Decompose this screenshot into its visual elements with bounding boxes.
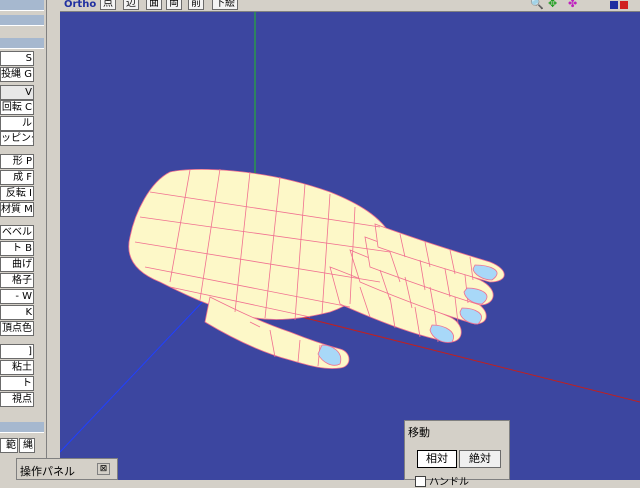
- face-toggle-button[interactable]: 面: [146, 0, 162, 10]
- tool-weight[interactable]: - W: [0, 289, 34, 304]
- tool-lasso-range[interactable]: 縄: [19, 438, 35, 453]
- tool-knife[interactable]: ト B: [0, 241, 34, 256]
- front-button[interactable]: 前: [188, 0, 204, 10]
- tool-material[interactable]: 材質 M: [0, 202, 34, 217]
- view-option-icon[interactable]: [610, 1, 618, 9]
- tool-create-face[interactable]: 成 F: [0, 170, 34, 185]
- palette-section-header[interactable]: [0, 38, 44, 49]
- tool-bend[interactable]: 曲げ: [0, 257, 34, 272]
- close-icon[interactable]: ⊠: [97, 463, 110, 475]
- tool-paint[interactable]: ト: [0, 376, 34, 391]
- tool-range[interactable]: 範: [0, 438, 18, 453]
- absolute-button[interactable]: 絶対: [459, 450, 501, 468]
- both-sides-button[interactable]: 両: [166, 0, 182, 10]
- edge-toggle-button[interactable]: 辺: [123, 0, 139, 10]
- relative-button[interactable]: 相対: [417, 450, 457, 468]
- tool-move[interactable]: V: [0, 85, 34, 100]
- view-option-icon[interactable]: [620, 1, 628, 9]
- 3d-viewport[interactable]: [60, 12, 640, 480]
- background-image-button[interactable]: 下絵: [212, 0, 238, 10]
- tool-palette: S 投縄 G V 回転 C ル ッピング 形 P 成 F 反転 I 材質 M ベ…: [0, 0, 47, 480]
- scene-canvas[interactable]: [60, 12, 640, 480]
- tool-rotate[interactable]: 回転 C: [0, 100, 34, 115]
- tool-flip[interactable]: 反転 I: [0, 186, 34, 201]
- move-view-icon[interactable]: ✥: [548, 0, 557, 9]
- operation-panel: 操作パネル ⊠: [16, 458, 118, 480]
- tool-skin[interactable]: K: [0, 305, 34, 320]
- tool-bevel[interactable]: ベベル: [0, 225, 34, 240]
- tool-lasso[interactable]: 投縄 G: [0, 67, 34, 82]
- move-panel-title: 移動: [408, 426, 430, 439]
- tool-viewpoint[interactable]: 視点: [0, 392, 34, 407]
- tool-scale[interactable]: ル: [0, 116, 34, 131]
- rotate-view-icon[interactable]: ✤: [568, 0, 577, 9]
- move-panel: 移動 相対 絶対 ハンドル: [404, 420, 510, 488]
- tool-shape[interactable]: 形 P: [0, 154, 34, 169]
- tool-mapping[interactable]: ッピング: [0, 131, 34, 146]
- palette-section-header[interactable]: [0, 422, 44, 433]
- palette-section-header[interactable]: [0, 0, 44, 11]
- magnify-icon[interactable]: 🔍: [530, 0, 544, 9]
- operation-panel-title: 操作パネル: [20, 465, 75, 478]
- tool-select[interactable]: S: [0, 51, 34, 66]
- tool-edit[interactable]: ]: [0, 344, 34, 359]
- handle-checkbox-label: ハンドル: [429, 477, 469, 488]
- tool-clay[interactable]: 粘土: [0, 360, 34, 375]
- tool-vertex-color[interactable]: 頂点色: [0, 321, 34, 336]
- axis-z: [60, 293, 211, 453]
- vertex-toggle-button[interactable]: 点: [100, 0, 116, 10]
- handle-checkbox[interactable]: [415, 476, 426, 487]
- palette-section-header[interactable]: [0, 15, 44, 26]
- tool-lattice[interactable]: 格子: [0, 273, 34, 288]
- projection-mode[interactable]: Ortho: [64, 0, 96, 10]
- view-toolbar: Ortho 点 辺 面 両 前 下絵 🔍 ✥ ✤: [60, 0, 640, 12]
